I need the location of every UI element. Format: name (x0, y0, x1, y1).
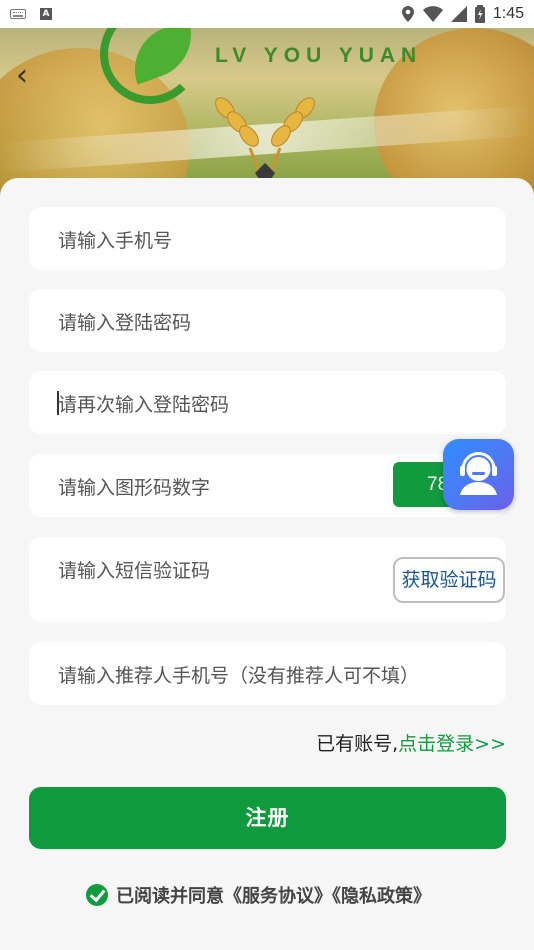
phone-field[interactable]: 请输入手机号 (29, 207, 506, 270)
wifi-icon (422, 6, 443, 22)
sms-code-placeholder: 请输入短信验证码 (58, 560, 211, 582)
login-link[interactable]: 点击登录>> (398, 733, 506, 755)
location-icon (401, 6, 414, 22)
phone-placeholder: 请输入手机号 (58, 230, 173, 252)
password-field[interactable]: 请输入登陆密码 (29, 289, 506, 352)
password-confirm-placeholder: 请再次输入登陆密码 (58, 394, 230, 416)
logo-text: LV YOU YUAN (215, 44, 423, 67)
a-icon: A (40, 8, 52, 20)
referrer-field[interactable]: 请输入推荐人手机号（没有推荐人可不填） (29, 642, 506, 705)
login-hint-prefix: 已有账号, (316, 733, 399, 755)
agreement-text: 已阅读并同意《服务协议》《隐私政策》 (116, 886, 431, 907)
keyboard-icon (10, 9, 26, 19)
signal-icon (450, 6, 467, 22)
battery-icon (474, 5, 485, 23)
captcha-field[interactable]: 请输入图形码数字 78 (29, 454, 506, 517)
login-hint: 已有账号,点击登录>> (316, 729, 506, 756)
get-code-button[interactable]: 获取验证码 (393, 557, 505, 603)
referrer-placeholder: 请输入推荐人手机号（没有推荐人可不填） (58, 665, 420, 687)
captcha-placeholder: 请输入图形码数字 (58, 477, 211, 499)
password-confirm-field[interactable]: 请再次输入登陆密码 (29, 371, 506, 434)
hero-banner: LV YOU YUAN ‹ (0, 28, 534, 198)
customer-service-button[interactable] (443, 439, 514, 510)
back-arrow-icon[interactable]: ‹ (16, 58, 28, 93)
register-button[interactable]: 注册 (29, 787, 506, 849)
status-time: 1:45 (492, 5, 524, 22)
customer-service-icon (460, 452, 497, 495)
password-placeholder: 请输入登陆密码 (58, 312, 192, 334)
agreement-row[interactable]: 已阅读并同意《服务协议》《隐私政策》 (86, 882, 431, 908)
check-icon[interactable] (86, 884, 108, 906)
status-bar: A 1:45 (0, 0, 534, 28)
sms-code-field[interactable]: 请输入短信验证码 获取验证码 (29, 537, 506, 622)
